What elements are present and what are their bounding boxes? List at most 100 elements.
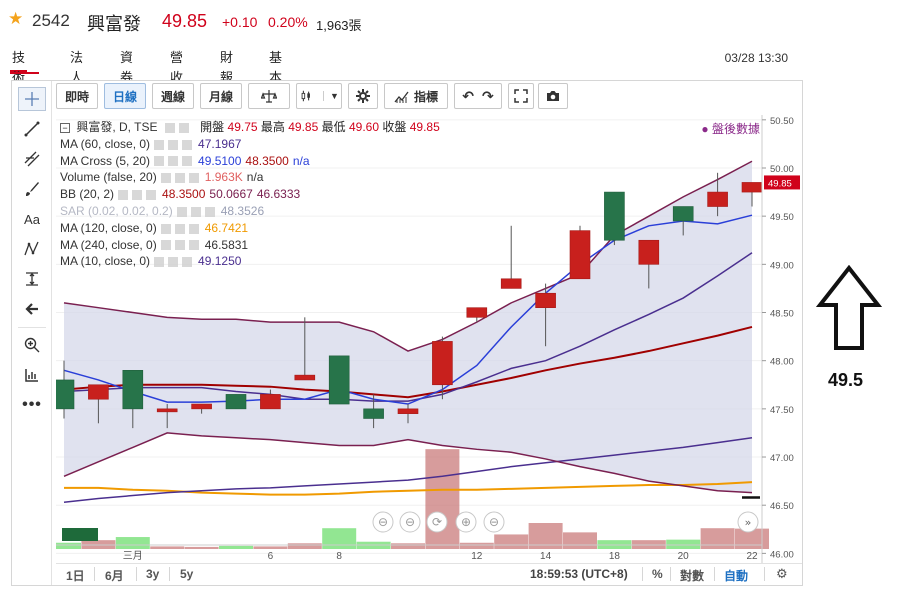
range-5y[interactable]: 5y bbox=[180, 567, 193, 581]
stock-name: 興富發 bbox=[87, 14, 141, 34]
fib-icon[interactable] bbox=[18, 147, 46, 171]
legend-controls[interactable] bbox=[164, 122, 193, 133]
zoom-in-icon[interactable] bbox=[18, 333, 46, 357]
legend-indicator-value: n/a bbox=[292, 153, 310, 168]
volume-bar bbox=[115, 537, 150, 549]
tab-basic[interactable]: 基本 bbox=[269, 48, 282, 85]
fullscreen-icon[interactable] bbox=[508, 83, 534, 109]
nav-control-glyph[interactable]: ⊖ bbox=[405, 515, 415, 529]
stock-code: 2542 bbox=[32, 11, 70, 30]
legend-indicator-label: SAR (0.02, 0.02, 0.2) bbox=[60, 203, 173, 218]
legend-indicator-row: MA (60, close, 0) 47.1967 bbox=[60, 136, 440, 153]
candle-body bbox=[191, 403, 212, 410]
volume-bar bbox=[56, 542, 81, 549]
legend-indicator-controls[interactable] bbox=[154, 257, 195, 268]
time-tick-label: 22 bbox=[746, 551, 758, 562]
time-tick-label: 14 bbox=[540, 551, 552, 562]
time-tick-label: 12 bbox=[471, 551, 483, 562]
legend-indicator-value: 48.3526 bbox=[220, 203, 265, 218]
range-3y[interactable]: 3y bbox=[146, 567, 159, 581]
tab-financials[interactable]: 財報 bbox=[220, 48, 233, 85]
legend-collapse-icon[interactable]: − bbox=[60, 122, 70, 133]
more-icon[interactable]: ••• bbox=[18, 393, 46, 417]
legend-indicator-controls[interactable] bbox=[154, 139, 195, 150]
crosshair-icon[interactable] bbox=[18, 87, 46, 111]
candle-body bbox=[225, 394, 247, 410]
legend-indicator-controls[interactable] bbox=[154, 156, 195, 167]
log-toggle[interactable]: 對數 bbox=[680, 567, 704, 584]
legend-indicator-value: 48.3500 bbox=[245, 153, 289, 168]
stock-price: 49.85 bbox=[162, 11, 208, 31]
percent-toggle[interactable]: % bbox=[652, 567, 663, 581]
range-1d[interactable]: 1日 bbox=[66, 567, 85, 584]
legend-indicator-rows: MA (60, close, 0) 47.1967 MA Cross (5, 20)… bbox=[60, 136, 440, 270]
scroll-to-latest-icon[interactable]: » bbox=[745, 516, 752, 529]
tab-margin[interactable]: 資券 bbox=[120, 48, 133, 85]
nav-control-glyph[interactable]: ⟳ bbox=[432, 515, 442, 529]
volume-bar bbox=[563, 532, 597, 549]
legend-close-label: 收盤 bbox=[382, 120, 407, 134]
auto-toggle[interactable]: 自動 bbox=[724, 567, 748, 584]
legend-indicator-controls[interactable] bbox=[118, 190, 159, 201]
time-tick-label: 18 bbox=[609, 551, 621, 562]
measure-icon[interactable] bbox=[18, 267, 46, 291]
tab-institutional[interactable]: 法人 bbox=[70, 48, 83, 85]
redo-icon[interactable]: ↷ bbox=[482, 88, 494, 105]
candle-body bbox=[638, 239, 660, 265]
gear-icon[interactable] bbox=[348, 83, 378, 109]
legend-indicator-controls[interactable] bbox=[176, 206, 217, 217]
legend-high-value: 49.85 bbox=[288, 120, 319, 134]
volume-bar bbox=[219, 545, 253, 549]
candle-body bbox=[535, 292, 556, 308]
undo-icon[interactable]: ↶ bbox=[462, 88, 474, 105]
quote-header: ★ 2542 興富發 49.85 +0.10 0.20% 1,963張 bbox=[0, 0, 900, 44]
nav-control-glyph[interactable]: ⊖ bbox=[489, 515, 499, 529]
brush-icon[interactable] bbox=[18, 177, 46, 201]
gear-icon[interactable]: ⚙ bbox=[776, 566, 788, 582]
legend-indicator-row: MA Cross (5, 20) 49.5100 48.3500 n/a bbox=[60, 153, 440, 170]
legend-close-value: 49.85 bbox=[409, 120, 440, 134]
legend-indicator-controls[interactable] bbox=[160, 173, 201, 184]
stock-change: +0.10 bbox=[222, 14, 258, 30]
range-sep bbox=[169, 567, 170, 581]
range-sep bbox=[764, 567, 765, 581]
price-chart[interactable]: 50.50 50.00 49.50 49.00 48.50 48.00 47.50 47.00… bbox=[56, 115, 802, 563]
pattern-icon[interactable] bbox=[18, 237, 46, 261]
text-tool[interactable]: Aa bbox=[18, 207, 46, 231]
arrow-left-icon[interactable] bbox=[18, 297, 46, 321]
nav-control-glyph[interactable]: ⊕ bbox=[461, 515, 471, 529]
star-icon[interactable]: ★ bbox=[8, 10, 23, 27]
price-tick-label: 49.00 bbox=[770, 260, 794, 271]
candle-body bbox=[56, 379, 75, 410]
price-tick-label: 48.50 bbox=[770, 309, 794, 320]
indicators-button[interactable]: 指標 bbox=[384, 83, 448, 109]
undo-redo-group: ↶ ↷ bbox=[454, 83, 502, 109]
clock-readout: 18:59:53 (UTC+8) bbox=[530, 567, 628, 581]
daily-button[interactable]: 日線 bbox=[104, 83, 146, 109]
legend-indicator-value: 47.1967 bbox=[198, 136, 242, 151]
legend-indicator-controls[interactable] bbox=[160, 240, 201, 251]
legend-open-value: 49.75 bbox=[227, 120, 258, 134]
range-6m[interactable]: 6月 bbox=[105, 567, 124, 584]
candle-body bbox=[328, 355, 350, 405]
volume-bar bbox=[666, 539, 701, 549]
tab-technical[interactable]: 技術 bbox=[10, 48, 28, 85]
indicator-icon[interactable] bbox=[18, 363, 46, 387]
intraday-button[interactable]: 即時 bbox=[56, 83, 98, 109]
nav-control-glyph[interactable]: ⊖ bbox=[378, 515, 388, 529]
monthly-button[interactable]: 月線 bbox=[200, 83, 242, 109]
weekly-button[interactable]: 週線 bbox=[152, 83, 194, 109]
camera-icon[interactable] bbox=[538, 83, 568, 109]
legend-indicator-value: 46.6333 bbox=[256, 187, 301, 202]
price-tick-label: 48.00 bbox=[770, 357, 794, 368]
range-sep bbox=[94, 567, 95, 581]
chart-type-dropdown[interactable]: ▼ bbox=[296, 83, 342, 109]
compare-icon[interactable] bbox=[248, 83, 290, 109]
after-hours-label[interactable]: ● 盤後數據 bbox=[701, 120, 760, 137]
tab-revenue[interactable]: 營收 bbox=[170, 48, 183, 85]
candle-body bbox=[397, 408, 419, 414]
legend-high-label: 最高 bbox=[260, 120, 285, 134]
legend-indicator-controls[interactable] bbox=[160, 223, 201, 234]
legend-low-value: 49.60 bbox=[348, 120, 380, 134]
trendline-icon[interactable] bbox=[18, 117, 46, 141]
